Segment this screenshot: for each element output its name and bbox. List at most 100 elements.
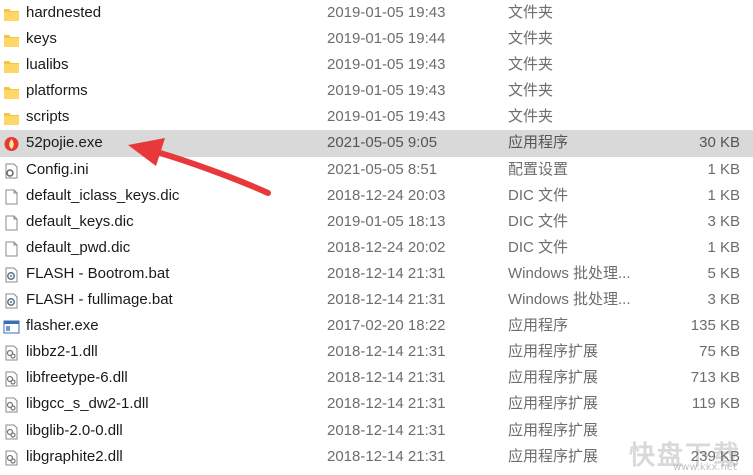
file-size: 1 KB <box>707 186 740 204</box>
file-size: 1 KB <box>707 238 740 256</box>
file-row[interactable]: libfreetype-6.dll 2018-12-14 21:31 应用程序扩展 7… <box>0 365 753 391</box>
app-red-icon <box>3 135 20 152</box>
file-date-modified: 2019-01-05 18:13 <box>327 212 446 230</box>
file-size: 30 KB <box>699 134 740 152</box>
file-date-modified: 2018-12-14 21:31 <box>327 395 446 413</box>
file-size: 119 KB <box>691 395 740 413</box>
file-row[interactable]: libglib-2.0-0.dll 2018-12-14 21:31 应用程序扩展 <box>0 418 753 444</box>
file-date-modified: 2018-12-14 21:31 <box>327 291 446 309</box>
file-size: 3 KB <box>707 212 740 230</box>
folder-icon <box>3 31 20 48</box>
file-type: 应用程序 <box>508 317 569 335</box>
file-name: keys <box>26 30 57 48</box>
file-name: default_keys.dic <box>26 212 134 230</box>
file-size: 5 KB <box>707 264 740 282</box>
file-type: 文件夹 <box>508 108 554 126</box>
file-name: scripts <box>26 108 70 126</box>
file-name: libfreetype-6.dll <box>26 369 128 387</box>
file-date-modified: 2019-01-05 19:43 <box>327 56 446 74</box>
file-name: libgraphite2.dll <box>26 447 123 465</box>
dll-file-icon <box>3 344 20 361</box>
file-row[interactable]: FLASH - fullimage.bat 2018-12-14 21:31 Win… <box>0 287 753 313</box>
file-row[interactable]: platforms 2019-01-05 19:43 文件夹 <box>0 78 753 104</box>
folder-icon <box>3 83 20 100</box>
file-row[interactable]: scripts 2019-01-05 19:43 文件夹 <box>0 104 753 130</box>
file-row[interactable]: hardnested 2019-01-05 19:43 文件夹 <box>0 0 753 26</box>
file-list: hardnested 2019-01-05 19:43 文件夹 keys 2019-01… <box>0 0 753 470</box>
file-type: 文件夹 <box>508 82 554 100</box>
file-row[interactable]: libgcc_s_dw2-1.dll 2018-12-14 21:31 应用程序扩展… <box>0 391 753 417</box>
file-type: 应用程序扩展 <box>508 421 599 439</box>
file-row[interactable]: libgraphite2.dll 2018-12-14 21:31 应用程序扩展 23… <box>0 444 753 470</box>
file-name: default_pwd.dic <box>26 238 131 256</box>
config-file-icon <box>3 162 20 179</box>
file-date-modified: 2018-12-14 21:31 <box>327 369 446 387</box>
file-name: libbz2-1.dll <box>26 343 98 361</box>
file-row[interactable]: Config.ini 2021-05-05 8:51 配置设置 1 KB <box>0 157 753 183</box>
file-date-modified: 2018-12-14 21:31 <box>327 264 446 282</box>
file-size: 3 KB <box>707 291 740 309</box>
blank-file-icon <box>3 214 20 231</box>
file-name: default_iclass_keys.dic <box>26 186 180 204</box>
file-date-modified: 2021-05-05 9:05 <box>327 134 438 152</box>
file-name: FLASH - fullimage.bat <box>26 291 173 309</box>
file-date-modified: 2019-01-05 19:43 <box>327 108 446 126</box>
file-type: 文件夹 <box>508 4 554 21</box>
file-row[interactable]: default_iclass_keys.dic 2018-12-24 20:03 D… <box>0 183 753 209</box>
file-type: 应用程序扩展 <box>508 395 599 413</box>
batch-file-icon <box>3 266 20 283</box>
file-date-modified: 2017-02-20 18:22 <box>327 317 446 335</box>
batch-file-icon <box>3 292 20 309</box>
file-name: Config.ini <box>26 160 89 178</box>
file-type: DIC 文件 <box>508 186 569 204</box>
file-type: 应用程序扩展 <box>508 343 599 361</box>
file-date-modified: 2018-12-14 21:31 <box>327 343 446 361</box>
file-type: 应用程序扩展 <box>508 369 599 387</box>
folder-icon <box>3 5 20 21</box>
dll-file-icon <box>3 449 20 466</box>
file-type: DIC 文件 <box>508 212 569 230</box>
file-date-modified: 2021-05-05 8:51 <box>327 160 438 178</box>
file-size: 135 KB <box>690 317 740 335</box>
file-type: Windows 批处理... <box>508 264 631 282</box>
file-date-modified: 2018-12-24 20:03 <box>327 186 446 204</box>
file-type: 文件夹 <box>508 30 554 48</box>
file-name: 52pojie.exe <box>26 134 103 152</box>
file-name: platforms <box>26 82 88 100</box>
file-type: 应用程序扩展 <box>508 447 599 465</box>
file-type: DIC 文件 <box>508 238 569 256</box>
file-type: Windows 批处理... <box>508 291 631 309</box>
file-name: libgcc_s_dw2-1.dll <box>26 395 149 413</box>
file-row[interactable]: default_keys.dic 2019-01-05 18:13 DIC 文件 3 … <box>0 209 753 235</box>
folder-icon <box>3 109 20 126</box>
file-size: 75 KB <box>699 343 740 361</box>
file-row[interactable]: lualibs 2019-01-05 19:43 文件夹 <box>0 52 753 78</box>
file-row[interactable]: 52pojie.exe 2021-05-05 9:05 应用程序 30 KB <box>0 130 753 157</box>
file-row[interactable]: FLASH - Bootrom.bat 2018-12-14 21:31 Windo… <box>0 261 753 287</box>
file-row[interactable]: flasher.exe 2017-02-20 18:22 应用程序 135 KB <box>0 313 753 339</box>
file-type: 文件夹 <box>508 56 554 74</box>
file-date-modified: 2019-01-05 19:44 <box>327 30 446 48</box>
file-date-modified: 2018-12-14 21:31 <box>327 421 446 439</box>
file-row[interactable]: keys 2019-01-05 19:44 文件夹 <box>0 26 753 52</box>
file-date-modified: 2018-12-24 20:02 <box>327 238 446 256</box>
dll-file-icon <box>3 423 20 439</box>
file-name: FLASH - Bootrom.bat <box>26 264 170 282</box>
file-size: 1 KB <box>707 160 740 178</box>
file-type: 配置设置 <box>508 160 569 178</box>
file-date-modified: 2019-01-05 19:43 <box>327 82 446 100</box>
file-row[interactable]: libbz2-1.dll 2018-12-14 21:31 应用程序扩展 75 KB <box>0 339 753 365</box>
file-date-modified: 2018-12-14 21:31 <box>327 447 446 465</box>
file-size: 239 KB <box>690 447 740 465</box>
file-name: lualibs <box>26 56 69 74</box>
file-name: hardnested <box>26 4 102 21</box>
file-name: libglib-2.0-0.dll <box>26 421 123 439</box>
folder-icon <box>3 57 20 74</box>
dll-file-icon <box>3 370 20 387</box>
file-row[interactable]: default_pwd.dic 2018-12-24 20:02 DIC 文件 1 K… <box>0 235 753 261</box>
blank-file-icon <box>3 188 20 205</box>
file-name: flasher.exe <box>26 317 99 335</box>
app-window-icon <box>3 318 20 334</box>
file-size: 713 KB <box>690 369 740 387</box>
blank-file-icon <box>3 240 20 257</box>
